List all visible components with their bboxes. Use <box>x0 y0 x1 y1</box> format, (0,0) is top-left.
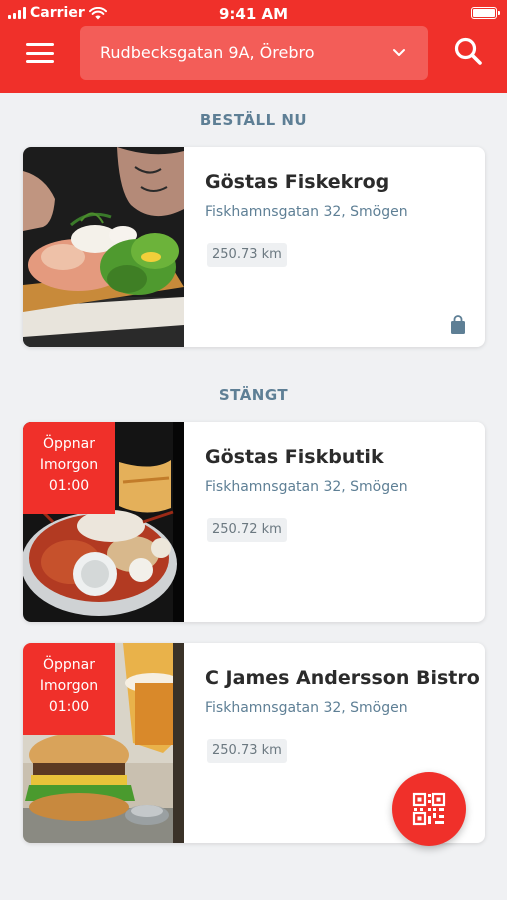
restaurant-name: C James Andersson Bistro <box>205 667 480 689</box>
restaurant-card[interactable]: Göstas Fiskekrog Fiskhamnsgatan 32, Smög… <box>23 147 485 347</box>
badge-time: 01:00 <box>48 478 90 494</box>
chevron-down-icon <box>393 49 405 56</box>
restaurant-address: Fiskhamnsgatan 32, Smögen <box>205 700 408 716</box>
badge-time: 01:00 <box>48 699 90 715</box>
badge-line: Imorgon <box>39 457 99 473</box>
section-title-closed: STÄNGT <box>218 386 289 404</box>
distance-badge: 250.73 km <box>207 243 287 267</box>
distance-badge: 250.73 km <box>207 739 287 763</box>
qr-code-icon <box>412 792 446 826</box>
shopping-bag-icon <box>451 315 465 334</box>
distance-badge: 250.72 km <box>207 518 287 542</box>
section-title-order-now: BESTÄLL NU <box>199 111 308 129</box>
restaurant-photo: Öppnar Imorgon 01:00 <box>23 643 184 843</box>
app-header: Carrier 9:41 AM Rudbecksgatan 9A, Örebro <box>0 0 507 93</box>
badge-line: Öppnar <box>42 436 95 452</box>
restaurant-card[interactable]: Öppnar Imorgon 01:00 Göstas Fiskbutik Fi… <box>23 422 485 622</box>
status-bar: Carrier 9:41 AM <box>0 0 507 26</box>
battery-icon <box>471 7 500 19</box>
location-dropdown[interactable]: Rudbecksgatan 9A, Örebro <box>80 26 428 80</box>
location-value: Rudbecksgatan 9A, Örebro <box>100 43 315 62</box>
badge-line: Öppnar <box>42 657 95 673</box>
restaurant-address: Fiskhamnsgatan 32, Smögen <box>205 479 408 495</box>
restaurant-name: Göstas Fiskekrog <box>205 171 390 193</box>
opening-time-badge: Öppnar Imorgon 01:00 <box>23 422 115 514</box>
restaurant-photo: Öppnar Imorgon 01:00 <box>23 422 184 622</box>
qr-scan-button[interactable] <box>392 772 466 846</box>
search-icon[interactable] <box>452 35 484 67</box>
restaurant-photo <box>23 147 184 347</box>
restaurant-name: Göstas Fiskbutik <box>205 446 384 468</box>
opening-time-badge: Öppnar Imorgon 01:00 <box>23 643 115 735</box>
hamburger-menu-icon[interactable] <box>24 40 56 66</box>
status-time: 9:41 AM <box>218 5 289 23</box>
badge-line: Imorgon <box>39 678 99 694</box>
restaurant-address: Fiskhamnsgatan 32, Smögen <box>205 204 408 220</box>
